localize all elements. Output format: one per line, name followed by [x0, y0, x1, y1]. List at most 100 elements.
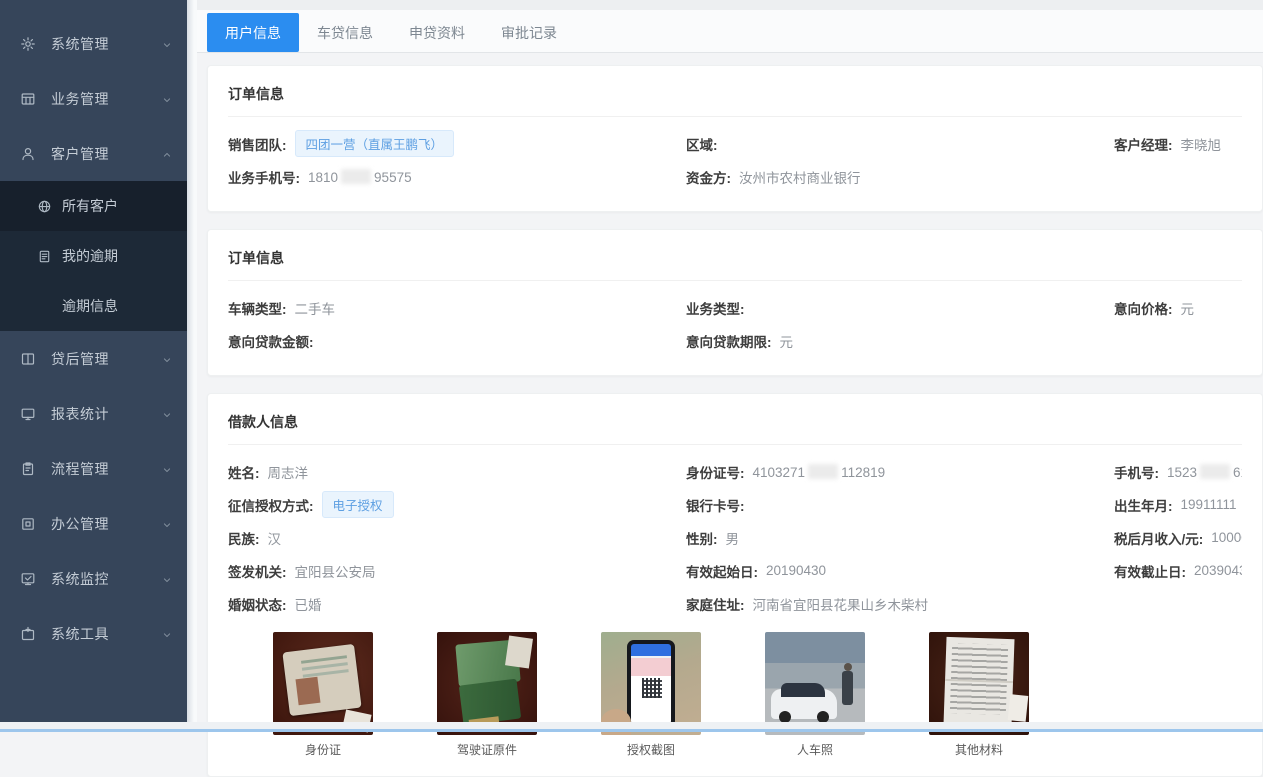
tab-approval-records[interactable]: 审批记录	[483, 13, 575, 52]
photo-art	[842, 671, 853, 705]
sidebar-item-label: 系统工具	[51, 624, 161, 644]
sidebar: 系统管理业务管理客户管理所有客户我的逾期逾期信息贷后管理报表统计流程管理办公管理…	[0, 0, 187, 722]
field-business-phone: 业务手机号: 181095575	[228, 160, 686, 193]
field-value: 宜阳县公安局	[295, 561, 376, 581]
green-booklet-image	[437, 632, 537, 735]
field-value: 元	[1181, 298, 1195, 318]
chevron-down-icon	[161, 628, 173, 640]
photo-caption: 人车照	[765, 741, 865, 758]
card-borrower-info: 借款人信息姓名:周志洋身份证号:4103271112819手机号:1523613…	[207, 393, 1263, 777]
sidebar-item-label: 客户管理	[51, 144, 161, 164]
card-title: 订单信息	[228, 84, 1242, 117]
photo-art	[642, 678, 662, 698]
vertical-scrollbar[interactable]	[187, 0, 197, 722]
photo-thumbnail-id-card[interactable]: 身份证	[273, 632, 373, 758]
globe-icon	[37, 199, 52, 214]
sidebar-item-label: 贷后管理	[51, 349, 161, 369]
field-label: 客户经理:	[1114, 134, 1173, 154]
field-label: 资金方:	[686, 167, 731, 187]
photo-caption: 身份证	[273, 741, 373, 758]
chevron-down-icon	[161, 573, 173, 585]
field-blank	[1114, 587, 1242, 620]
sidebar-subitem-my-overdue[interactable]: 我的逾期	[0, 231, 187, 281]
field-tag[interactable]: 电子授权	[322, 491, 394, 518]
tab-loan-application-materials[interactable]: 申贷资料	[391, 13, 483, 52]
sidebar-item-system-tools[interactable]: 系统工具	[0, 606, 187, 661]
sidebar-item-label: 系统监控	[51, 569, 161, 589]
field-value: 已婚	[295, 594, 322, 614]
photo-thumbnail-phone-auth[interactable]: 授权截图	[601, 632, 701, 758]
field-region: 区域:	[686, 127, 1114, 160]
sidebar-item-customer-management[interactable]: 客户管理	[0, 126, 187, 181]
sidebar-subitem-label: 我的逾期	[62, 246, 118, 266]
card-fields: 姓名:周志洋身份证号:4103271112819手机号:15236137征信授权…	[228, 445, 1242, 620]
card-title: 订单信息	[228, 248, 1242, 281]
tab-bar: 用户信息车贷信息申贷资料审批记录	[197, 10, 1263, 53]
field-value: 15236137	[1167, 464, 1242, 480]
field-id-number: 身份证号:4103271112819	[686, 455, 1114, 488]
document-icon	[37, 249, 52, 264]
sidebar-subitem-overdue-info[interactable]: 逾期信息	[0, 281, 187, 331]
photo-caption: 授权截图	[601, 741, 701, 758]
chevron-down-icon	[161, 353, 173, 365]
photo-art	[1008, 694, 1029, 722]
field-label: 婚姻状态:	[228, 594, 287, 614]
field-label: 签发机关:	[228, 561, 287, 581]
field-intended-loan-amount: 意向贷款金额:	[228, 324, 686, 357]
book-icon	[20, 351, 36, 367]
card-order-info-2: 订单信息车辆类型:二手车业务类型:意向价格:元意向贷款金额:意向贷款期限:元	[207, 229, 1263, 376]
field-value: 20190430	[766, 563, 826, 578]
toolbox-icon	[20, 626, 36, 642]
tab-car-loan-info[interactable]: 车贷信息	[299, 13, 391, 52]
grid-icon	[20, 91, 36, 107]
field-intended-loan-term: 意向贷款期限:元	[686, 324, 1114, 357]
horizontal-scrollbar[interactable]	[0, 722, 1263, 732]
photo-thumbnail-handwritten-doc[interactable]: 其他材料	[929, 632, 1029, 758]
card-order-info-1: 订单信息销售团队:四团一营（直属王鹏飞）区域:客户经理:李晓旭业务手机号:181…	[207, 65, 1263, 212]
main-content: 用户信息车贷信息申贷资料审批记录 订单信息销售团队:四团一营（直属王鹏飞）区域:…	[197, 0, 1263, 722]
field-label: 身份证号:	[686, 462, 745, 482]
sidebar-item-report-statistics[interactable]: 报表统计	[0, 386, 187, 441]
field-label: 税后月收入/元:	[1114, 528, 1203, 548]
field-label: 家庭住址:	[686, 594, 745, 614]
field-sales-team: 销售团队:四团一营（直属王鹏飞）	[228, 127, 686, 160]
field-label: 手机号:	[1114, 462, 1159, 482]
tab-user-info[interactable]: 用户信息	[207, 13, 299, 52]
field-birth-date: 出生年月: 19911111	[1114, 488, 1242, 521]
field-value: 19911111	[1181, 497, 1237, 512]
sidebar-item-system-management[interactable]: 系统管理	[0, 16, 187, 71]
sidebar-item-office-management[interactable]: 办公管理	[0, 496, 187, 551]
field-gender: 性别:男	[686, 521, 1114, 554]
field-label: 意向贷款金额:	[228, 331, 314, 351]
field-label: 征信授权方式:	[228, 495, 314, 515]
field-label: 出生年月:	[1114, 495, 1173, 515]
redaction-blur	[341, 169, 371, 184]
sidebar-item-business-management[interactable]: 业务管理	[0, 71, 187, 126]
gear-icon	[20, 36, 36, 52]
chevron-down-icon	[161, 518, 173, 530]
sidebar-item-process-management[interactable]: 流程管理	[0, 441, 187, 496]
id-card-image	[273, 632, 373, 735]
field-label: 意向价格:	[1114, 298, 1173, 318]
chevron-down-icon	[161, 408, 173, 420]
card-title: 借款人信息	[228, 412, 1242, 445]
sidebar-item-post-loan-management[interactable]: 贷后管理	[0, 331, 187, 386]
field-value: 181095575	[308, 169, 412, 185]
field-tag[interactable]: 四团一营（直属王鹏飞）	[295, 130, 455, 157]
sidebar-subitem-all-customers[interactable]: 所有客户	[0, 181, 187, 231]
sidebar-item-label: 办公管理	[51, 514, 161, 534]
handwritten-doc-image	[929, 632, 1029, 735]
masked-value-prefix: 1523	[1167, 465, 1197, 480]
field-label: 性别:	[686, 528, 718, 548]
photo-thumbnail-person-car[interactable]: 人车照	[765, 632, 865, 758]
field-label: 业务手机号:	[228, 167, 300, 187]
person-car-image	[765, 632, 865, 735]
redaction-blur	[1200, 464, 1230, 479]
photo-art	[282, 644, 361, 716]
monitor-icon	[20, 406, 36, 422]
redaction-blur	[808, 464, 838, 479]
photo-thumbnail-green-booklet[interactable]: 驾驶证原件	[437, 632, 537, 758]
photo-caption: 其他材料	[929, 741, 1029, 758]
sidebar-item-system-monitor[interactable]: 系统监控	[0, 551, 187, 606]
field-value: 河南省宜阳县花果山乡木柴村	[753, 594, 929, 614]
